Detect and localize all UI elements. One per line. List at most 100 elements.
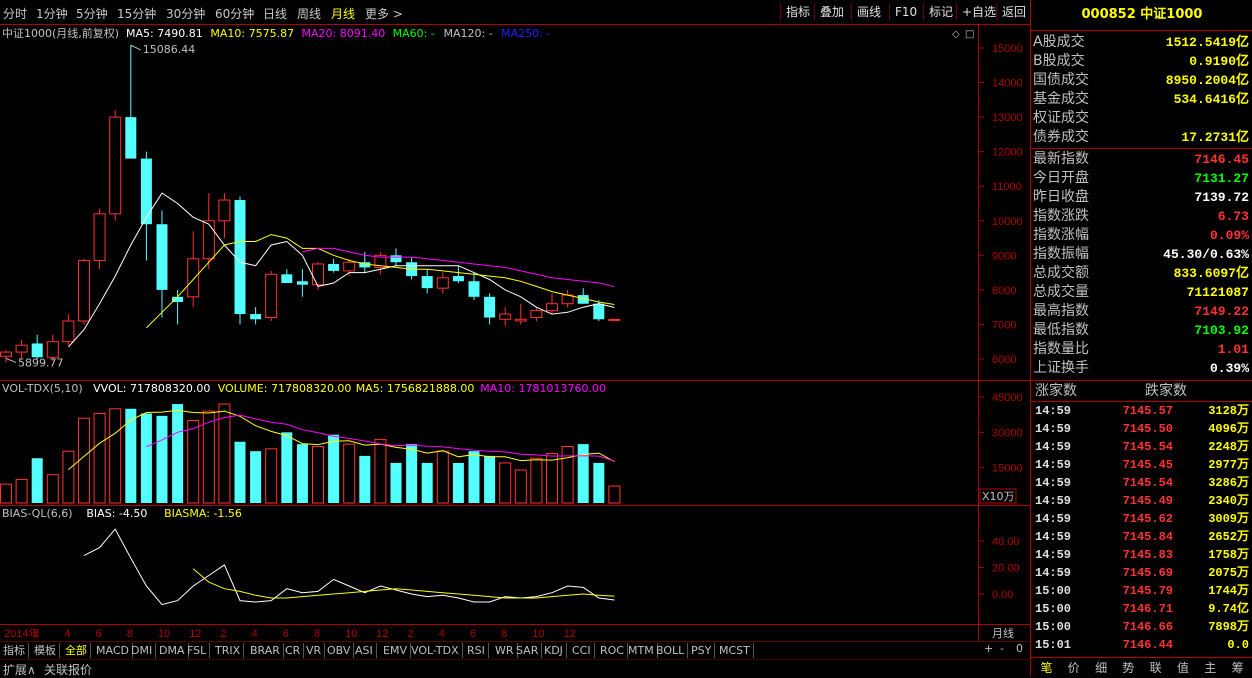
indicator-tab[interactable]: SAR (513, 643, 543, 658)
tick-vol: 3009万 (1208, 512, 1249, 526)
indicator-tab[interactable]: CCI (569, 643, 595, 658)
indicator-tab[interactable]: PSY (688, 643, 716, 658)
time-axis-label: 10 (532, 628, 544, 640)
quote-row: 今日开盘 7131.27 (1033, 169, 1251, 188)
bias-line (83, 528, 615, 606)
panel-tab[interactable]: 筹 (1224, 659, 1251, 676)
tick-row: 14:59 7145.69 2075万 (1033, 564, 1251, 582)
period-tab-15min[interactable]: 15分钟 (117, 5, 156, 22)
f10-button[interactable]: F10 (889, 3, 922, 21)
indicator-tab[interactable]: EMV (380, 643, 411, 658)
volume-axis: 45000 30000 15000 (978, 392, 1023, 475)
period-tab-more[interactable]: 更多 > (365, 5, 403, 22)
indicator-tab[interactable]: OBV (324, 643, 355, 658)
volume-unit: X10万 (982, 490, 1015, 503)
quote-label: 今日开盘 (1033, 170, 1089, 186)
legend-item: MA60: - (393, 27, 435, 40)
indicator-tab[interactable]: MACD (93, 643, 133, 658)
volume-bar (312, 445, 324, 504)
indicator-tab[interactable]: 全部 (62, 643, 91, 658)
related-quotes-button[interactable]: 关联报价 (44, 661, 92, 678)
panel-tab[interactable]: 笔 (1033, 659, 1060, 676)
panel-tab[interactable]: 值 (1170, 659, 1197, 676)
period-tab-1min[interactable]: 1分钟 (36, 5, 68, 22)
volume-bar (452, 462, 464, 503)
period-tab-fenshi[interactable]: 分时 (3, 5, 27, 22)
square-icon[interactable]: □ (965, 29, 974, 40)
period-tab-month[interactable]: 月线 (331, 5, 355, 22)
volume-bar (0, 483, 12, 504)
price-axis-label: 9000 (992, 250, 1016, 262)
quote-row: B股成交 0.9190亿 (1033, 52, 1251, 71)
indicator-tab[interactable]: TRIX (212, 643, 245, 658)
quote-value: 17.2731亿 (1181, 130, 1249, 145)
indicator-tab[interactable]: DMI (128, 643, 157, 658)
indicator-tab[interactable]: BRAR (247, 643, 284, 658)
mark-button[interactable]: 标记 (923, 3, 958, 21)
add-watchlist-button[interactable]: +自选 (956, 3, 1001, 21)
tick-price: 7145.79 (1122, 584, 1173, 598)
panel-tab[interactable]: 联 (1142, 659, 1169, 676)
time-axis-label: 6 (96, 628, 102, 640)
indicator-tab[interactable]: 模板 (31, 643, 60, 658)
bias-axis-label: 20.00 (992, 563, 1020, 575)
indicator-tab[interactable]: KDJ (541, 643, 567, 658)
candle-body (468, 281, 480, 297)
period-toolbar: 分时 1分钟 5分钟 15分钟 30分钟 60分钟 日线 周线 月线 更多 > … (0, 0, 1030, 25)
volume-bar (421, 462, 433, 503)
period-tab-60min[interactable]: 60分钟 (215, 5, 254, 22)
indicator-tab[interactable]: CR (282, 643, 305, 658)
tick-vol: 2652万 (1208, 530, 1249, 544)
panel-tab[interactable]: 价 (1060, 659, 1087, 676)
indicator-tab[interactable]: 指标 (0, 643, 29, 658)
expand-button[interactable]: 扩展∧ (3, 661, 36, 678)
kline-chart-area[interactable]: 中证1000(月线,前复权) MA5: 7490.81 MA10: 7575.87… (0, 24, 1030, 655)
indicator-button[interactable]: 指标 (780, 3, 815, 21)
volume-axis-label: 45000 (992, 392, 1023, 404)
volume-bar (390, 462, 402, 503)
tick-time: 15:01 (1035, 638, 1072, 652)
time-axis-label: 8 (501, 628, 507, 640)
tick-row: 14:59 7145.54 3286万 (1033, 474, 1251, 492)
back-button[interactable]: 返回 (996, 3, 1031, 21)
time-axis-label: 12 (376, 628, 388, 640)
candle-body (15, 344, 28, 353)
panel-tab[interactable]: 主 (1197, 659, 1224, 676)
decliners-label: 跌家数 (1145, 383, 1187, 399)
volume-bar (577, 444, 589, 503)
period-tab-week[interactable]: 周线 (297, 5, 321, 22)
volume-bar (109, 408, 122, 504)
time-axis-label: 12 (189, 628, 201, 640)
candle-body (281, 274, 293, 283)
indicator-tab[interactable]: BOLL (653, 643, 689, 658)
indicator-tab[interactable]: RSI (464, 643, 489, 658)
indicator-tab[interactable]: MCST (716, 643, 754, 658)
volume-bar (530, 457, 543, 504)
period-tab-5min[interactable]: 5分钟 (76, 5, 108, 22)
panel-tab[interactable]: 细 (1088, 659, 1115, 676)
panel-tab[interactable]: 势 (1115, 659, 1142, 676)
period-label: 月线 (992, 626, 1014, 640)
draw-line-button[interactable]: 画线 (851, 3, 886, 21)
diamond-icon[interactable]: ◇ (952, 29, 960, 40)
tick-row: 15:01 7146.44 0.0 (1033, 636, 1251, 654)
indicator-tab[interactable]: ROC (597, 643, 628, 658)
quote-label: 指数振幅 (1033, 246, 1089, 262)
indicator-tab[interactable]: VOL-TDX (408, 643, 463, 658)
period-tab-day[interactable]: 日线 (263, 5, 287, 22)
quote-value: 7103.92 (1194, 323, 1249, 338)
indicator-tab[interactable]: FSL (184, 643, 211, 658)
period-tab-30min[interactable]: 30分钟 (166, 5, 205, 22)
quote-label: 最高指数 (1033, 303, 1089, 319)
indicator-tab[interactable]: VR (303, 643, 326, 658)
volume-axis-label: 15000 (992, 463, 1023, 475)
overlay-button[interactable]: 叠加 (814, 3, 849, 21)
legend-item: MA250: - (501, 27, 550, 40)
volume-bar (468, 451, 480, 503)
quote-label: 指数涨幅 (1033, 227, 1089, 243)
volume-bar (172, 404, 184, 503)
kline-chart-svg[interactable]: 中证1000(月线,前复权) MA5: 7490.81 MA10: 7575.87… (0, 24, 1030, 641)
quote-value: 7131.27 (1194, 171, 1249, 186)
quote-row: 基金成交 534.6416亿 (1033, 90, 1251, 109)
indicator-tab[interactable]: ASI (352, 643, 377, 658)
